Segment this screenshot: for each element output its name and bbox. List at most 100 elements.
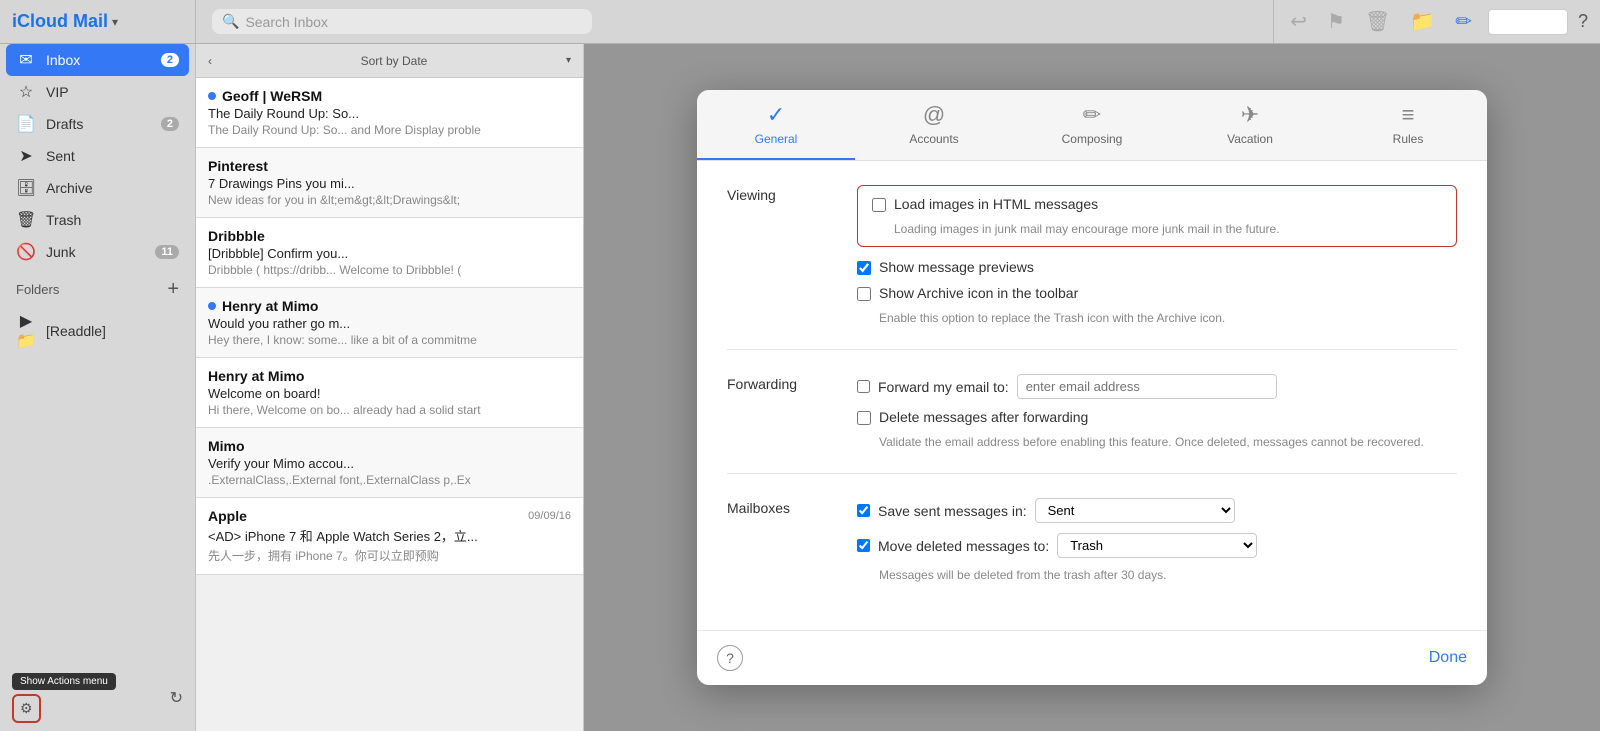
sidebar-item-sent[interactable]: ➤ Sent xyxy=(0,140,195,172)
sidebar-item-trash[interactable]: 🗑 Trash xyxy=(0,204,195,236)
app-title-chevron[interactable]: ▾ xyxy=(112,15,118,29)
tab-general[interactable]: ✓ General xyxy=(697,90,855,160)
collapse-button[interactable]: ‹ xyxy=(208,54,212,68)
load-images-box: Load images in HTML messages Loading ima… xyxy=(857,185,1457,247)
save-sent-row: Save sent messages in: Sent Drafts Archi… xyxy=(857,498,1457,523)
email-subject: [Dribbble] Confirm you... xyxy=(208,246,571,261)
trash-icon[interactable]: 🗑 xyxy=(1365,9,1390,34)
vacation-tab-icon: ✈ xyxy=(1241,102,1259,128)
show-previews-label[interactable]: Show message previews xyxy=(879,259,1034,275)
forward-email-row: Forward my email to: xyxy=(857,374,1457,399)
sidebar-item-readdle[interactable]: ▶ 📁 [Readdle] xyxy=(0,305,195,357)
list-item[interactable]: Dribbble [Dribbble] Confirm you... Dribb… xyxy=(196,218,583,288)
sidebar-label-inbox: Inbox xyxy=(46,52,161,68)
list-item[interactable]: Henry at Mimo Would you rather go m... H… xyxy=(196,288,583,358)
sidebar-item-vip[interactable]: ☆ VIP xyxy=(0,76,195,108)
modal-overlay[interactable]: ✓ General @ Accounts ✏ Composing ✈ Vacat… xyxy=(584,44,1600,731)
toolbar-icons: ↩ ⚑ 🗑 📁 ✏ xyxy=(1274,0,1488,43)
viewing-section: Viewing Load images in HTML messages Loa… xyxy=(727,185,1457,350)
gear-icon: ⚙ xyxy=(20,700,33,716)
tab-rules[interactable]: ≡ Rules xyxy=(1329,90,1487,160)
sender-name: Mimo xyxy=(208,438,571,454)
readdle-folder-icon: ▶ 📁 xyxy=(16,311,36,351)
move-deleted-label[interactable]: Move deleted messages to: xyxy=(878,538,1049,554)
move-deleted-select[interactable]: Trash Archive xyxy=(1057,533,1257,558)
add-folder-button[interactable]: + xyxy=(167,278,179,301)
accounts-tab-icon: @ xyxy=(923,102,945,128)
email-list: ‹ Sort by Date ▾ Geoff | WeRSM The Daily… xyxy=(196,44,584,731)
email-subject: The Daily Round Up: So... xyxy=(208,106,571,121)
reply-icon[interactable]: ↩ xyxy=(1290,9,1307,34)
sender-name: Apple xyxy=(208,508,522,524)
show-previews-checkbox[interactable] xyxy=(857,261,871,275)
sidebar-label-vip: VIP xyxy=(46,84,179,100)
sidebar-label-junk: Junk xyxy=(46,244,155,260)
move-deleted-checkbox[interactable] xyxy=(857,539,870,552)
forward-email-label[interactable]: Forward my email to: xyxy=(878,379,1009,395)
main-area: ✉ Inbox 2 ☆ VIP 📄 Drafts 2 ➤ Sent 🗄 Arch… xyxy=(0,44,1600,731)
list-item[interactable]: Geoff | WeRSM The Daily Round Up: So... … xyxy=(196,78,583,148)
folder-icon[interactable]: 📁 xyxy=(1410,9,1435,34)
sidebar-item-junk[interactable]: 🚫 Junk 11 xyxy=(0,236,195,268)
delete-after-label[interactable]: Delete messages after forwarding xyxy=(879,409,1088,425)
list-item[interactable]: Henry at Mimo Welcome on board! Hi there… xyxy=(196,358,583,428)
load-images-checkbox[interactable] xyxy=(872,198,886,212)
compose-icon[interactable]: ✏ xyxy=(1455,9,1472,34)
forward-email-checkbox[interactable] xyxy=(857,380,870,393)
show-archive-row: Show Archive icon in the toolbar xyxy=(857,285,1457,301)
list-item[interactable]: Pinterest 7 Drawings Pins you mi... New … xyxy=(196,148,583,218)
show-archive-label[interactable]: Show Archive icon in the toolbar xyxy=(879,285,1078,301)
inbox-icon: ✉ xyxy=(16,50,36,70)
tab-vacation[interactable]: ✈ Vacation xyxy=(1171,90,1329,160)
sidebar: ✉ Inbox 2 ☆ VIP 📄 Drafts 2 ➤ Sent 🗄 Arch… xyxy=(0,44,196,731)
accounts-tab-label: Accounts xyxy=(909,132,958,146)
forward-email-input[interactable] xyxy=(1017,374,1277,399)
email-preview: Hey there, I know: some... like a bit of… xyxy=(208,333,571,347)
folders-section-header: Folders + xyxy=(0,268,195,305)
unread-indicator xyxy=(208,92,216,100)
modal-body: Viewing Load images in HTML messages Loa… xyxy=(697,161,1487,630)
load-images-row: Load images in HTML messages xyxy=(872,196,1442,212)
content-area: ✓ General @ Accounts ✏ Composing ✈ Vacat… xyxy=(584,44,1600,731)
show-archive-checkbox[interactable] xyxy=(857,287,871,301)
tab-accounts[interactable]: @ Accounts xyxy=(855,90,1013,160)
sort-chevron[interactable]: ▾ xyxy=(566,55,571,66)
refresh-button[interactable]: ↻ xyxy=(170,688,183,708)
gear-button[interactable]: ⚙ xyxy=(12,694,41,723)
save-sent-checkbox[interactable] xyxy=(857,504,870,517)
vacation-tab-label: Vacation xyxy=(1227,132,1273,146)
done-button[interactable]: Done xyxy=(1429,649,1467,667)
inbox-badge: 2 xyxy=(161,53,179,67)
preferences-modal: ✓ General @ Accounts ✏ Composing ✈ Vacat… xyxy=(697,90,1487,685)
sidebar-item-archive[interactable]: 🗄 Archive xyxy=(0,172,195,204)
show-actions-tooltip: Show Actions menu xyxy=(12,673,116,690)
general-tab-icon: ✓ xyxy=(767,102,785,128)
sidebar-item-inbox[interactable]: ✉ Inbox 2 xyxy=(6,44,189,76)
trash-sidebar-icon: 🗑 xyxy=(16,210,36,230)
sidebar-item-drafts[interactable]: 📄 Drafts 2 xyxy=(0,108,195,140)
save-sent-label[interactable]: Save sent messages in: xyxy=(878,503,1027,519)
sort-label: Sort by Date xyxy=(222,54,566,68)
sidebar-label-drafts: Drafts xyxy=(46,116,161,132)
search-placeholder: Search Inbox xyxy=(245,14,328,30)
junk-badge: 11 xyxy=(155,245,179,259)
top-right-search-box[interactable] xyxy=(1488,9,1568,35)
junk-icon: 🚫 xyxy=(16,242,36,262)
general-tab-label: General xyxy=(755,132,798,146)
list-item[interactable]: Apple 09/09/16 <AD> iPhone 7 和 Apple Wat… xyxy=(196,498,583,575)
sidebar-bottom: Show Actions menu ⚙ ↻ xyxy=(0,665,195,731)
save-sent-select[interactable]: Sent Drafts Archive xyxy=(1035,498,1235,523)
move-deleted-row: Move deleted messages to: Trash Archive xyxy=(857,533,1457,558)
tab-composing[interactable]: ✏ Composing xyxy=(1013,90,1171,160)
email-items: Geoff | WeRSM The Daily Round Up: So... … xyxy=(196,78,583,731)
list-item[interactable]: Mimo Verify your Mimo accou... .External… xyxy=(196,428,583,498)
sender-name: Dribbble xyxy=(208,228,571,244)
delete-after-checkbox[interactable] xyxy=(857,411,871,425)
load-images-label[interactable]: Load images in HTML messages xyxy=(894,196,1098,212)
search-input-wrap[interactable]: 🔍 Search Inbox xyxy=(212,9,592,34)
flag-icon[interactable]: ⚑ xyxy=(1327,9,1345,34)
email-subject: Verify your Mimo accou... xyxy=(208,456,571,471)
help-icon[interactable]: ? xyxy=(1578,11,1588,32)
help-button[interactable]: ? xyxy=(717,645,743,671)
drafts-badge: 2 xyxy=(161,117,179,131)
